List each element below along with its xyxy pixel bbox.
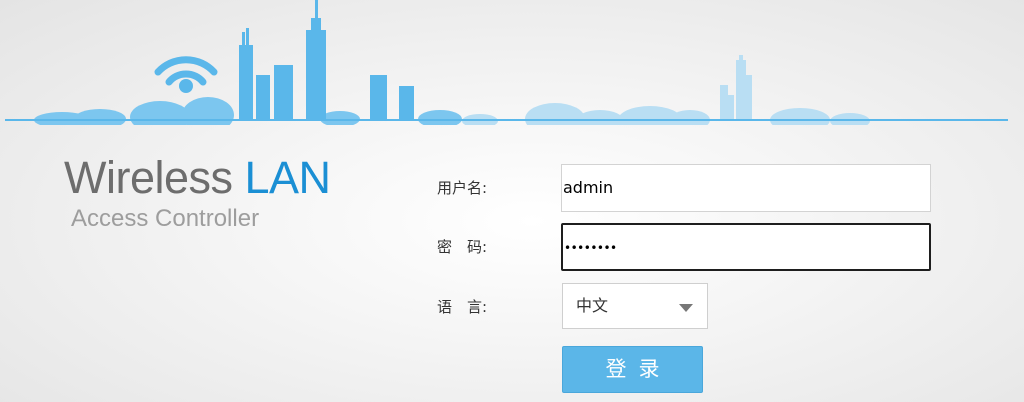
language-select[interactable]: 中文 <box>562 283 708 329</box>
brand-title-main: Wireless <box>64 152 245 203</box>
language-label: 语 言: <box>437 298 488 316</box>
brand-title-accent: LAN <box>244 152 332 203</box>
brand-subtitle: Access Controller <box>71 205 260 232</box>
wifi-icon <box>154 56 218 86</box>
password-masked-value: •••••••• <box>564 241 617 255</box>
skyline-ground-line <box>5 119 1008 121</box>
brand-title: Wireless LAN <box>64 150 331 206</box>
username-input[interactable]: admin <box>561 164 931 212</box>
password-input[interactable]: •••••••• <box>561 223 931 271</box>
login-button[interactable]: 登录 <box>562 346 703 393</box>
password-label: 密 码: <box>437 238 488 256</box>
chevron-down-icon <box>679 304 693 312</box>
wifi-dot <box>179 79 193 93</box>
language-select-value: 中文 <box>576 296 609 315</box>
city-skyline-banner <box>5 0 1008 125</box>
skyline-buildings <box>239 0 414 121</box>
username-label: 用户名: <box>437 179 488 197</box>
skyline-far <box>462 55 870 125</box>
